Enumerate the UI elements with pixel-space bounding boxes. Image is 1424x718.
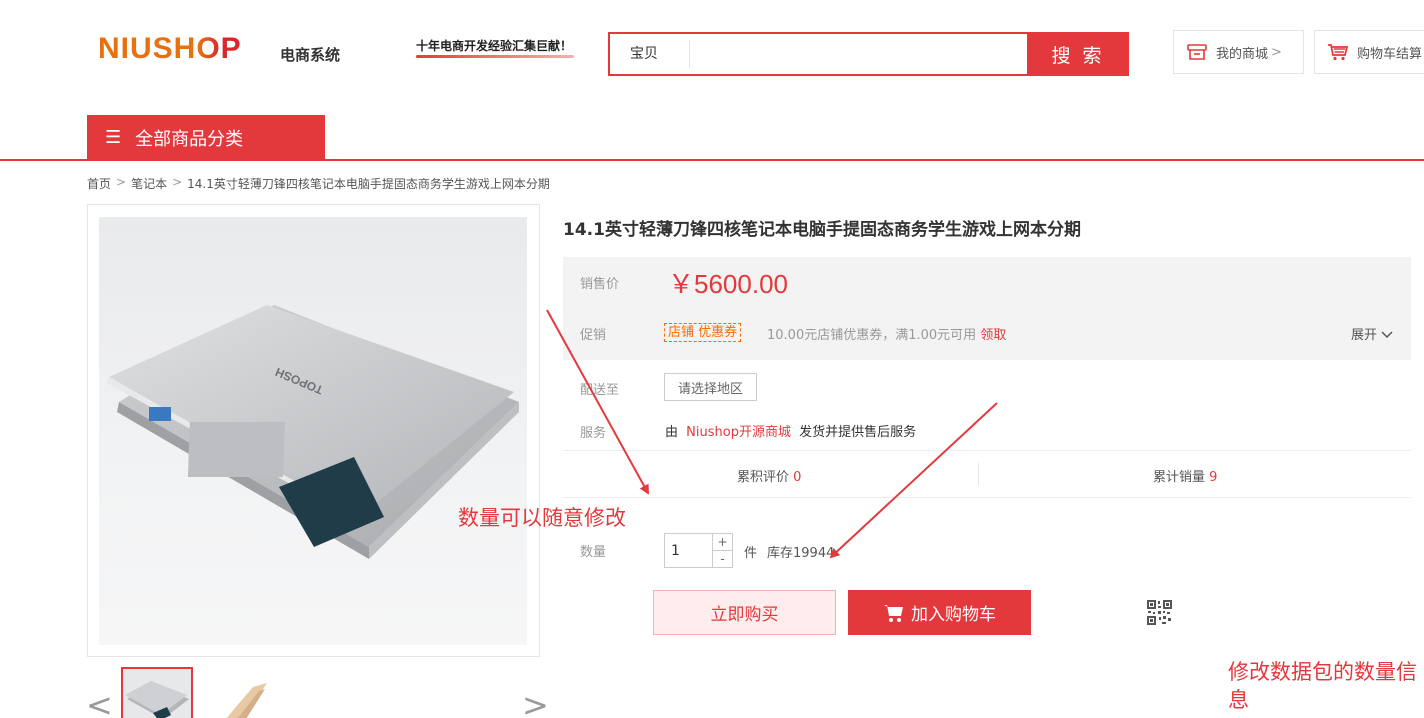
product-price: ￥5600.00 (668, 269, 788, 299)
promo-description: 10.00元店铺优惠券，满1.00元可用 领取 (767, 324, 1006, 343)
breadcrumb-home[interactable]: 首页 (87, 175, 111, 192)
sales-count: 累计销量 9 (1153, 466, 1217, 485)
all-categories-label: 全部商品分类 (135, 128, 244, 150)
shop-link[interactable]: Niushop开源商城 (686, 425, 791, 440)
quantity-increment[interactable]: + (712, 533, 733, 551)
thumbnail-2[interactable] (201, 669, 271, 718)
slogan-underline (416, 55, 574, 58)
logo-subtitle: 电商系统 (280, 46, 341, 64)
breadcrumb-category[interactable]: 笔记本 (131, 175, 167, 192)
logo-text: NIUSHOP (98, 32, 242, 65)
add-to-cart-label: 加入购物车 (911, 605, 996, 625)
qr-code-icon[interactable] (1147, 600, 1172, 625)
chevron-left-icon[interactable]: < (86, 686, 113, 718)
promo-label: 促销 (580, 328, 607, 343)
cart-button[interactable]: 购物车结算 (1314, 30, 1424, 74)
service-label: 服务 (580, 426, 607, 441)
chevron-down-icon (1381, 331, 1393, 339)
quantity-unit: 件 (744, 546, 758, 561)
annotation-modify-packet: 修改数据包的数量信息 (1228, 660, 1417, 712)
search-bar: 宝贝 (608, 32, 1028, 76)
service-suffix: 发货并提供售后服务 (799, 425, 917, 440)
review-count[interactable]: 累积评价 0 (737, 466, 801, 485)
promo-text: 10.00元店铺优惠券，满1.00元可用 (767, 328, 977, 343)
all-categories-button[interactable]: ☰ 全部商品分类 (87, 115, 325, 160)
breadcrumb-current: 14.1英寸轻薄刀锋四核笔记本电脑手提固态商务学生游戏上网本分期 (187, 177, 550, 191)
thumbnail-laptop-gold-image (226, 683, 267, 718)
cart-icon (884, 604, 903, 622)
expand-promo-button[interactable]: 展开 (1351, 324, 1393, 343)
quantity-input[interactable] (664, 533, 713, 568)
quantity-decrement[interactable]: - (712, 550, 733, 568)
product-main-image[interactable]: TOPOSH (99, 217, 527, 645)
cart-label: 购物车结算 (1357, 46, 1423, 62)
shop-icon (1187, 44, 1207, 60)
menu-icon: ☰ (105, 127, 122, 148)
sales-count-label: 累计销量 (1153, 470, 1206, 485)
buy-now-button[interactable]: 立即购买 (653, 590, 836, 635)
search-button[interactable]: 搜 索 (1027, 32, 1129, 76)
expand-label: 展开 (1351, 328, 1378, 343)
claim-coupon-link[interactable]: 领取 (980, 328, 1006, 343)
my-shop-button[interactable]: 我的商城 > (1173, 30, 1304, 74)
sales-count-value: 9 (1209, 470, 1218, 485)
annotation-quantity-editable: 数量可以随意修改 (458, 506, 626, 530)
quantity-label: 数量 (580, 545, 607, 560)
ship-to-label: 配送至 (580, 383, 620, 398)
service-prefix: 由 (665, 425, 679, 440)
product-title: 14.1英寸轻薄刀锋四核笔记本电脑手提固态商务学生游戏上网本分期 (563, 220, 1081, 240)
stats-divider-top (563, 450, 1411, 451)
thumbnail-laptop-image (125, 681, 189, 718)
cart-icon (1328, 44, 1349, 61)
chevron-right-icon: > (1271, 44, 1282, 60)
thumbnail-1[interactable] (121, 667, 193, 718)
my-shop-label: 我的商城 (1216, 46, 1269, 62)
service-description: 由 Niushop开源商城 发货并提供售后服务 (665, 421, 916, 440)
review-count-value: 0 (793, 470, 802, 485)
laptop-image: TOPOSH (107, 305, 519, 559)
search-input[interactable] (690, 34, 1028, 74)
nav-divider (0, 159, 1424, 161)
stats-divider-bottom (563, 497, 1411, 498)
review-count-label: 累积评价 (737, 470, 790, 485)
breadcrumb-separator: > (172, 175, 183, 189)
breadcrumb: 首页 > 笔记本 > 14.1英寸轻薄刀锋四核笔记本电脑手提固态商务学生游戏上网… (87, 175, 550, 192)
chevron-right-icon[interactable]: > (522, 686, 549, 718)
site-logo[interactable]: NIUSHOP (98, 32, 242, 66)
breadcrumb-separator: > (116, 175, 127, 189)
add-to-cart-button[interactable]: 加入购物车 (848, 590, 1031, 635)
region-select-button[interactable]: 请选择地区 (664, 373, 757, 401)
stats-divider (978, 463, 979, 485)
promo-badge: 店铺 优惠券 (664, 323, 742, 342)
price-label: 销售价 (580, 277, 620, 292)
search-category[interactable]: 宝贝 (610, 40, 690, 68)
stock-count: 库存19944 (767, 546, 835, 561)
slogan: 十年电商开发经验汇集巨献！ (416, 39, 573, 53)
